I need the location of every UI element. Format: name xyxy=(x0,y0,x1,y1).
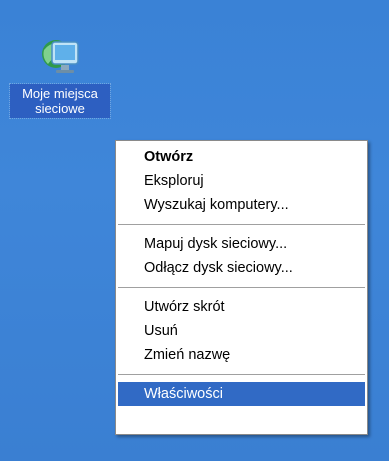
menu-item-rename[interactable]: Zmień nazwę xyxy=(116,343,367,367)
menu-item-disconnect-network-drive[interactable]: Odłącz dysk sieciowy... xyxy=(116,256,367,280)
desktop-icon-label[interactable]: Moje miejsca sieciowe xyxy=(9,83,111,119)
menu-item-search-computers[interactable]: Wyszukaj komputery... xyxy=(116,193,367,217)
menu-item-explore[interactable]: Eksploruj xyxy=(116,169,367,193)
desktop-icon-label-line2: sieciowe xyxy=(35,101,85,116)
context-menu: Otwórz Eksploruj Wyszukaj komputery... M… xyxy=(115,140,368,435)
menu-item-properties[interactable]: Właściwości xyxy=(118,382,365,406)
menu-separator xyxy=(118,374,365,375)
menu-item-delete[interactable]: Usuń xyxy=(116,319,367,343)
menu-separator xyxy=(118,287,365,288)
menu-item-create-shortcut[interactable]: Utwórz skrót xyxy=(116,295,367,319)
menu-item-map-network-drive[interactable]: Mapuj dysk sieciowy... xyxy=(116,232,367,256)
menu-item-open[interactable]: Otwórz xyxy=(116,145,367,169)
network-places-icon xyxy=(42,40,79,73)
desktop[interactable]: Moje miejsca sieciowe Otwórz Eksploruj W… xyxy=(0,0,389,461)
menu-separator xyxy=(118,224,365,225)
desktop-icon-label-line1: Moje miejsca xyxy=(22,86,98,101)
desktop-icon-my-network-places[interactable]: Moje miejsca sieciowe xyxy=(9,36,111,119)
